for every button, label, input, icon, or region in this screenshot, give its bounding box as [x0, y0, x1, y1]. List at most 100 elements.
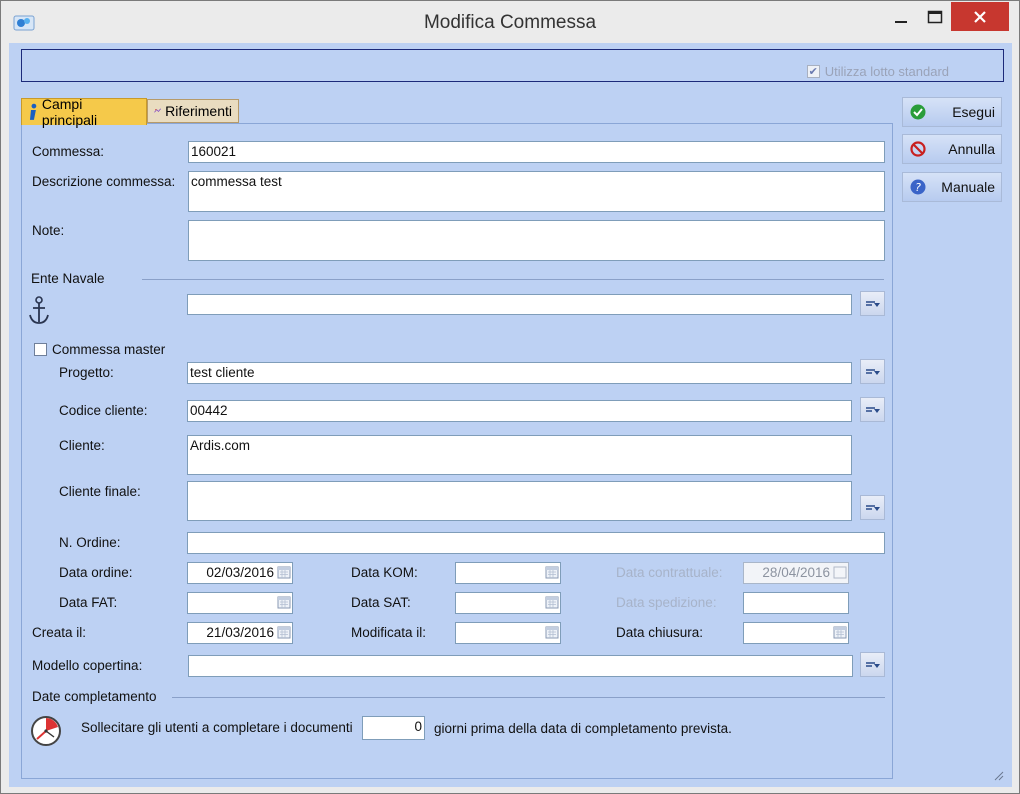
creata-il-label: Creata il: [32, 625, 87, 640]
modello-copertina-picker-button[interactable] [860, 652, 885, 677]
esegui-label: Esegui [952, 104, 995, 120]
commessa-master-checkbox[interactable] [34, 343, 47, 356]
picker-icon [865, 406, 880, 413]
close-icon [974, 10, 986, 23]
giorni-input[interactable]: 0 [362, 716, 425, 740]
lotto-strip: ✔ Utilizza lotto standard [21, 49, 1004, 82]
calendar-icon[interactable] [545, 565, 559, 579]
close-button[interactable] [951, 2, 1009, 31]
descrizione-input[interactable]: commessa test [188, 171, 885, 212]
ente-navale-picker-button[interactable] [860, 291, 885, 316]
sollecitare-prefix: Sollecitare gli utenti a completare i do… [81, 720, 353, 735]
help-icon: ? [910, 179, 926, 195]
calendar-icon[interactable] [545, 625, 559, 639]
data-ordine-label: Data ordine: [59, 565, 133, 580]
data-contrattuale-input: 28/04/2016 [743, 562, 849, 584]
progetto-input[interactable]: test cliente [187, 362, 852, 384]
dialog-body: ✔ Utilizza lotto standard Campi principa… [9, 43, 1012, 787]
cancel-icon [910, 141, 926, 157]
date-completamento-label: Date completamento [32, 689, 157, 704]
stopwatch-icon [31, 716, 61, 746]
campi-principali-panel: Commessa: 160021 Descrizione commessa: c… [21, 123, 893, 779]
commessa-input[interactable]: 160021 [188, 141, 885, 163]
date-completamento-separator [172, 697, 885, 698]
tab-riferimenti-label: Riferimenti [165, 103, 232, 119]
data-kom-input[interactable] [455, 562, 561, 584]
data-spedizione-label: Data spedizione: [616, 595, 717, 610]
link-icon [154, 108, 161, 113]
progetto-picker-button[interactable] [860, 359, 885, 384]
data-fat-label: Data FAT: [59, 595, 118, 610]
minimize-icon [895, 21, 907, 23]
cliente-input[interactable]: Ardis.com [187, 435, 852, 475]
data-sat-label: Data SAT: [351, 595, 411, 610]
data-contrattuale-label: Data contrattuale: [616, 565, 723, 580]
codice-cliente-picker-button[interactable] [860, 397, 885, 422]
codice-cliente-input[interactable]: 00442 [187, 400, 852, 422]
ente-navale-input[interactable] [187, 294, 852, 315]
esegui-button[interactable]: Esegui [902, 97, 1002, 127]
ente-navale-label: Ente Navale [31, 271, 105, 286]
window-title: Modifica Commessa [423, 12, 597, 33]
data-chiusura-input[interactable] [743, 622, 849, 644]
annulla-button[interactable]: Annulla [902, 134, 1002, 164]
calendar-icon[interactable] [277, 565, 291, 579]
cliente-finale-label: Cliente finale: [59, 484, 141, 499]
calendar-icon[interactable] [545, 595, 559, 609]
calendar-icon[interactable] [277, 595, 291, 609]
calendar-icon [833, 566, 847, 579]
lotto-check-icon: ✔ [806, 65, 820, 78]
creata-il-input[interactable]: 21/03/2016 [187, 622, 293, 644]
maximize-button[interactable] [915, 2, 955, 32]
maximize-icon [927, 10, 943, 24]
tab-campi-principali[interactable]: Campi principali [21, 96, 147, 128]
check-icon [910, 104, 926, 120]
svg-text:?: ? [915, 181, 921, 194]
picker-icon [865, 504, 880, 511]
codice-cliente-label: Codice cliente: [59, 403, 148, 418]
modifica-commessa-window: Modifica Commessa ✔ Utilizza lotto stand… [0, 0, 1020, 794]
data-spedizione-input[interactable] [743, 592, 849, 614]
tab-riferimenti[interactable]: Riferimenti [147, 99, 239, 123]
progetto-label: Progetto: [59, 365, 114, 380]
ente-navale-separator [142, 279, 884, 280]
modificata-il-input[interactable] [455, 622, 561, 644]
sollecitare-suffix: giorni prima della data di completamento… [434, 721, 732, 736]
data-sat-input[interactable] [455, 592, 561, 614]
note-input[interactable] [188, 220, 885, 261]
data-kom-label: Data KOM: [351, 565, 418, 580]
utilizza-lotto-checkbox[interactable]: ✔ Utilizza lotto standard [806, 64, 949, 79]
annulla-label: Annulla [948, 141, 995, 157]
info-icon [29, 103, 37, 120]
cliente-finale-input[interactable] [187, 481, 852, 521]
picker-icon [865, 368, 880, 375]
modello-copertina-input[interactable] [188, 655, 853, 677]
commessa-label: Commessa: [32, 144, 105, 159]
descrizione-label: Descrizione commessa: [32, 174, 176, 189]
note-label: Note: [32, 223, 65, 238]
picker-icon [865, 661, 880, 668]
tab-campi-principali-label: Campi principali [41, 96, 98, 128]
anchor-icon [29, 296, 49, 324]
resize-grip-icon[interactable] [992, 769, 1004, 781]
n-ordine-label: N. Ordine: [59, 535, 121, 550]
title-bar: Modifica Commessa [1, 1, 1019, 43]
modello-copertina-label: Modello copertina: [32, 658, 143, 673]
commessa-master-label: Commessa master [52, 342, 166, 357]
data-ordine-input[interactable]: 02/03/2016 [187, 562, 293, 584]
data-ordine-value: 02/03/2016 [206, 565, 274, 580]
n-ordine-input[interactable] [187, 532, 885, 554]
creata-il-value: 21/03/2016 [206, 625, 274, 640]
lotto-label: Utilizza lotto standard [824, 64, 949, 79]
manuale-label: Manuale [941, 179, 995, 195]
modificata-il-label: Modificata il: [351, 625, 427, 640]
cliente-finale-picker-button[interactable] [860, 495, 885, 520]
manuale-button[interactable]: ? Manuale [902, 172, 1002, 202]
cliente-label: Cliente: [59, 438, 105, 453]
data-fat-input[interactable] [187, 592, 293, 614]
data-chiusura-label: Data chiusura: [616, 625, 704, 640]
calendar-icon[interactable] [833, 625, 847, 639]
picker-icon [865, 300, 880, 307]
calendar-icon[interactable] [277, 625, 291, 639]
data-contrattuale-value: 28/04/2016 [762, 565, 830, 580]
